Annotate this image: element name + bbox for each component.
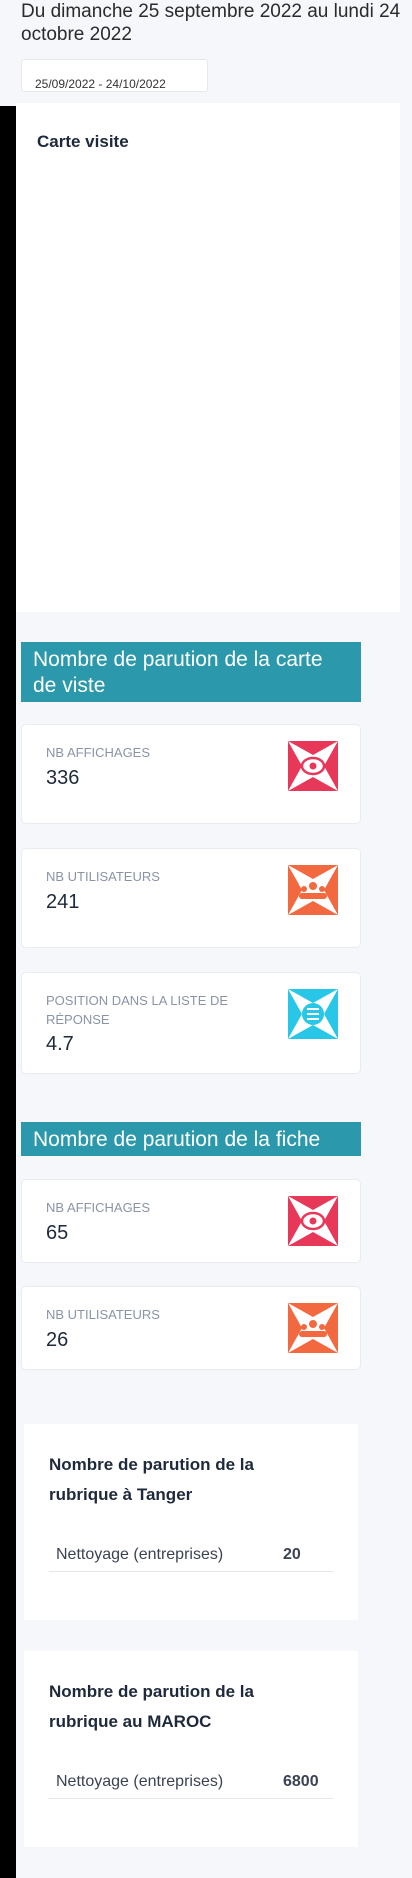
kpi-card-visit-users: NB UTILISATEURS 241 [21, 848, 361, 948]
eye-icon [288, 741, 338, 791]
rubrique-maroc-title: Nombre de parution de la rubrique au MAR… [49, 1682, 254, 1731]
map-card: Carte visite [16, 103, 400, 612]
eye-icon [288, 1196, 338, 1246]
map-card-title: Carte visite [37, 132, 129, 151]
fiche-section-title: Nombre de parution de la fiche [21, 1122, 361, 1156]
row-value: 20 [283, 1546, 301, 1563]
row-label: Nettoyage (entreprises) [56, 1546, 224, 1563]
rubrique-tanger-card: Nombre de parution de la rubrique à Tang… [24, 1424, 358, 1620]
kpi-value: 241 [46, 891, 80, 913]
kpi-value: 65 [46, 1222, 69, 1244]
users-icon [288, 1303, 338, 1353]
kpi-label: NB AFFICHAGES [46, 1200, 151, 1215]
kpi-value: 336 [46, 767, 80, 789]
kpi-card-fiche-users: NB UTILISATEURS 26 [21, 1286, 361, 1370]
row-value: 6800 [283, 1773, 319, 1790]
period-title: Du dimanche 25 septembre 2022 au lundi 2… [21, 1, 401, 45]
row-label: Nettoyage (entreprises) [56, 1773, 224, 1790]
left-black-bar [0, 106, 16, 1878]
users-icon [288, 865, 338, 915]
rubrique-maroc-card: Nombre de parution de la rubrique au MAR… [24, 1651, 358, 1847]
table-row: Nettoyage (entreprises) 20 [49, 1538, 333, 1572]
kpi-label: POSITION DANS LA LISTE DE RÉPONSE [46, 993, 229, 1027]
kpi-value: 26 [46, 1329, 69, 1351]
list-icon [288, 989, 338, 1039]
kpi-value: 4.7 [46, 1033, 74, 1055]
kpi-label: NB AFFICHAGES [46, 745, 151, 760]
kpi-label: NB UTILISATEURS [46, 1307, 160, 1322]
kpi-card-visit-position: POSITION DANS LA LISTE DE RÉPONSE 4.7 [21, 972, 361, 1074]
rubrique-tanger-title: Nombre de parution de la rubrique à Tang… [49, 1455, 254, 1504]
date-range-picker[interactable]: 25/09/2022 - 24/10/2022 [21, 59, 208, 92]
kpi-label: NB UTILISATEURS [46, 869, 160, 884]
table-row: Nettoyage (entreprises) 6800 [49, 1765, 333, 1799]
visit-card-section-title: Nombre de parution de la carte de viste [21, 642, 361, 702]
kpi-card-fiche-views: NB AFFICHAGES 65 [21, 1179, 361, 1263]
kpi-card-visit-views: NB AFFICHAGES 336 [21, 724, 361, 824]
